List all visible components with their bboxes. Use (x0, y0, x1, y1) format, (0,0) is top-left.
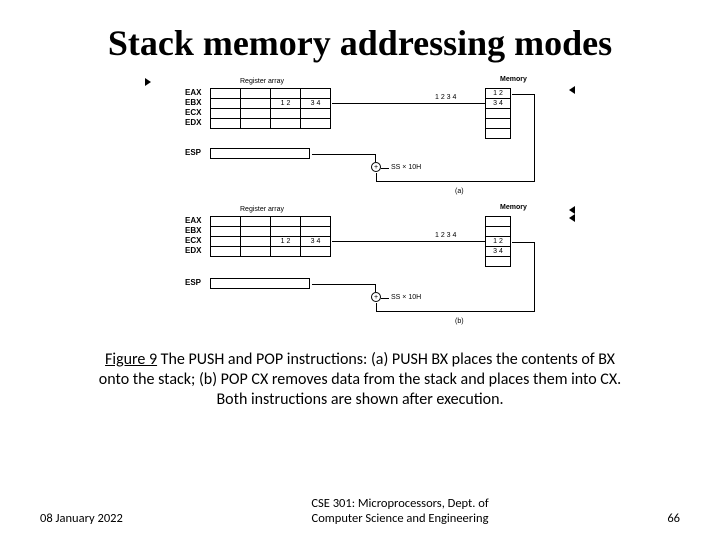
mem-point-b (534, 242, 535, 312)
slide-footer: 08 January 2022 CSE 301: Microprocessors… (0, 496, 720, 526)
add-out-a (376, 173, 377, 181)
mem-tap-a (512, 94, 535, 95)
cell-34-b: 3 4 (301, 236, 331, 246)
caption-lead: Figure 9 (105, 350, 157, 369)
mem-point-a (534, 94, 535, 182)
ss-line-b (381, 298, 389, 299)
footer-mid2: Computer Science and Engineering (312, 511, 489, 526)
mem-34-a: 3 4 (486, 98, 511, 108)
mem-table-b: 1 2 3 4 (485, 216, 511, 267)
reg-esp-a: ESP (185, 148, 201, 157)
reg-eax-a: EAX (185, 88, 201, 97)
panel-b: Register array Memory EAX EBX ECX EDX ES… (145, 206, 575, 334)
esp-tap-b (312, 284, 375, 285)
adder-b: + (371, 292, 381, 302)
reg-esp-b: ESP (185, 278, 201, 287)
bus-line-a (332, 103, 485, 104)
footer-mid1: CSE 301: Microprocessors, Dept. of (311, 496, 488, 511)
ss-line-a (381, 168, 389, 169)
slide-title: Stack memory addressing modes (40, 24, 680, 64)
reg-ebx-b: EBX (185, 226, 201, 235)
cell-12-a: 1 2 (271, 98, 301, 108)
reg-ecx-a: ECX (185, 108, 201, 117)
mem-34-b: 3 4 (486, 246, 511, 256)
reg-edx-b: EDX (185, 246, 201, 255)
mem-caption-b: Memory (500, 204, 527, 211)
cell-34-a: 3 4 (301, 98, 331, 108)
esp-tap-a (312, 154, 375, 155)
caption-line3: Both instructions are shown after execut… (216, 390, 503, 409)
adder-a: + (371, 162, 381, 172)
reg-edx-a: EDX (185, 118, 201, 127)
add-horiz-b (376, 311, 534, 312)
figure-caption: Figure 9 The PUSH and POP instructions: … (80, 350, 640, 410)
reg-caption-b: Register array (240, 206, 284, 213)
cell-12-b: 1 2 (271, 236, 301, 246)
footer-page: 66 (620, 511, 680, 526)
reg-ebx-a: EBX (185, 98, 201, 107)
caption-line2: onto the stack; (b) POP CX removes data … (99, 370, 621, 389)
esp-vert-a (375, 154, 376, 162)
slide: Stack memory addressing modes Register a… (0, 0, 720, 540)
add-out-b (376, 303, 377, 311)
reg-table-b: 1 23 4 (210, 216, 331, 257)
esp-box-a (210, 148, 310, 159)
mem-tap-b (512, 242, 535, 243)
panel-label-a: (a) (455, 188, 464, 195)
esp-vert-b (375, 284, 376, 292)
mem-table-a: 1 2 3 4 (485, 88, 511, 139)
reg-caption-a: Register array (240, 78, 284, 85)
panel-a: Register array Memory EAX EBX ECX EDX ES… (145, 78, 575, 206)
bus-label-b: 1 2 3 4 (435, 232, 456, 239)
footer-course: CSE 301: Microprocessors, Dept. of Compu… (180, 496, 620, 526)
bus-label-a: 1 2 3 4 (435, 94, 456, 101)
reg-eax-b: EAX (185, 216, 201, 225)
ssmul-b: SS × 10H (391, 294, 421, 301)
ssmul-a: SS × 10H (391, 164, 421, 171)
figure-container: Register array Memory EAX EBX ECX EDX ES… (145, 78, 575, 334)
caption-line1: The PUSH and POP instructions: (a) PUSH … (157, 350, 615, 369)
esp-box-b (210, 278, 310, 289)
reg-table-a: 1 23 4 (210, 88, 331, 129)
mem-12-a: 1 2 (486, 88, 511, 98)
add-horiz-a (376, 181, 534, 182)
bus-line-b (332, 241, 485, 242)
reg-ecx-b: ECX (185, 236, 201, 245)
mem-12-b: 1 2 (486, 236, 511, 246)
panel-label-b: (b) (455, 318, 464, 325)
mem-caption-a: Memory (500, 76, 527, 83)
footer-date: 08 January 2022 (40, 511, 180, 526)
